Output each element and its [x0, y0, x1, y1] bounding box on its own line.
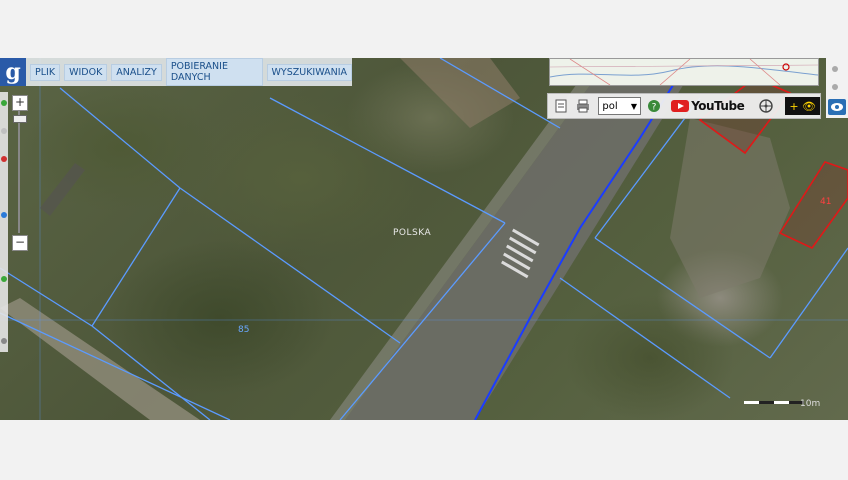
tool-dot-blue-icon[interactable] — [1, 212, 7, 218]
question-icon[interactable]: ? — [644, 96, 663, 116]
side-dot-icon[interactable] — [832, 66, 838, 72]
left-tool-strip — [0, 92, 8, 352]
menu-wyszukiwania[interactable]: WYSZUKIWANIA — [266, 63, 352, 81]
minimap-graphic — [550, 59, 818, 85]
zoom-in-button[interactable]: + — [12, 95, 28, 111]
country-label: POLSKA — [393, 228, 432, 238]
svg-text:?: ? — [651, 103, 656, 113]
building-number-label: 41 — [820, 197, 832, 207]
zoom-slider-handle[interactable] — [13, 115, 27, 123]
tool-dot-green2-icon[interactable] — [1, 276, 7, 282]
zoom-control: + − — [12, 95, 28, 251]
menu-analizy[interactable]: ANALIZY — [111, 63, 162, 81]
app-logo: g — [0, 58, 27, 86]
language-select[interactable]: pol ▼ — [598, 97, 641, 115]
tool-dot-gray-icon[interactable] — [1, 338, 7, 344]
printer-icon[interactable] — [573, 96, 592, 116]
scale-bar — [744, 390, 806, 404]
zoom-slider-track[interactable] — [18, 111, 20, 233]
overview-minimap[interactable] — [549, 58, 819, 86]
tool-dot-red-icon[interactable] — [1, 156, 7, 162]
tool-dot-icon[interactable] — [1, 128, 7, 134]
youtube-link[interactable]: YouTube — [671, 99, 745, 113]
scale-label: 10m — [800, 399, 821, 409]
steering-wheel-icon[interactable] — [756, 96, 775, 116]
youtube-icon — [671, 100, 690, 112]
menu-bar: g PLIK WIDOK ANALIZY POBIERANIE DANYCH W… — [0, 58, 352, 86]
language-value: pol — [602, 100, 618, 112]
accessibility-eye-button[interactable]: + 👁 — [785, 97, 820, 115]
tool-dot-green-icon[interactable] — [1, 100, 7, 106]
menu-plik[interactable]: PLIK — [30, 63, 61, 81]
map-toolbar: pol ▼ ? YouTube + 👁 — [547, 93, 821, 119]
side-dot2-icon[interactable] — [832, 84, 838, 90]
menu-widok[interactable]: WIDOK — [64, 63, 108, 81]
chevron-down-icon: ▼ — [630, 101, 637, 111]
zoom-out-button[interactable]: − — [12, 235, 28, 251]
parcel-number-label: 85 — [238, 325, 250, 335]
youtube-label: YouTube — [691, 99, 745, 113]
menu-pobieranie-danych[interactable]: POBIERANIE DANYCH — [165, 58, 263, 86]
eye-toggle-icon[interactable] — [828, 99, 846, 115]
document-icon[interactable] — [551, 96, 570, 116]
eye-icon: + 👁 — [789, 99, 817, 113]
